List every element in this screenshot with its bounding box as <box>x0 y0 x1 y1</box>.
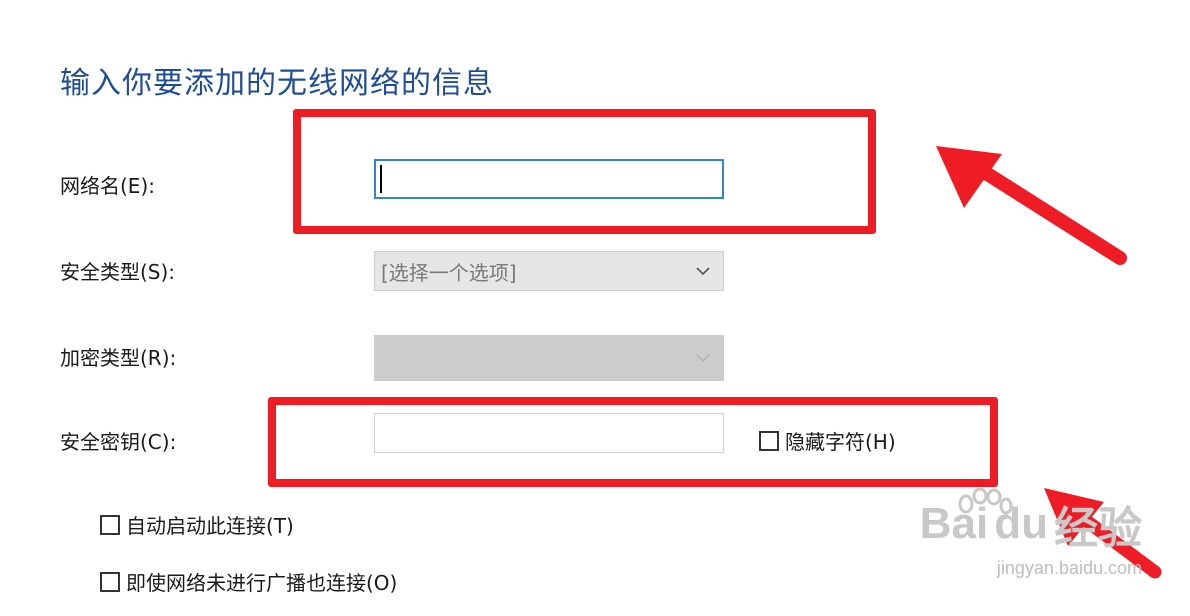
checkbox-box[interactable] <box>100 571 120 592</box>
watermark: Bai du 经验 jingyan.baidu.com <box>920 488 1142 579</box>
hide-characters-label: 隐藏字符(H) <box>785 430 896 454</box>
checkbox-box[interactable] <box>100 514 120 535</box>
chevron-down-icon <box>696 354 710 363</box>
text-caret <box>380 165 382 193</box>
paw-icon <box>958 488 1013 515</box>
dialog-heading: 输入你要添加的无线网络的信息 <box>60 66 494 101</box>
network-name-label: 网络名(E): <box>60 174 155 198</box>
network-name-input[interactable] <box>374 159 724 199</box>
watermark-brand: Bai <box>919 499 989 548</box>
security-key-label: 安全密钥(C): <box>60 430 177 454</box>
watermark-brand-cn: 经验 <box>1054 504 1142 553</box>
hide-characters-checkbox[interactable]: 隐藏字符(H) <box>759 426 896 455</box>
encryption-type-label: 加密类型(R): <box>60 346 177 370</box>
watermark-logo: Bai du 经验 <box>920 492 1142 556</box>
security-key-input[interactable] <box>374 413 724 453</box>
auto-connect-checkbox[interactable]: 自动启动此连接(T) <box>100 510 294 539</box>
security-type-value: [选择一个选项] <box>381 260 517 285</box>
auto-connect-label: 自动启动此连接(T) <box>126 514 294 538</box>
watermark-brand-du: du <box>994 499 1048 548</box>
connect-hidden-label: 即使网络未进行广播也连接(O) <box>126 571 398 595</box>
red-arrow-icon <box>936 146 1127 265</box>
chevron-down-icon <box>696 267 710 276</box>
watermark-url: jingyan.baidu.com <box>996 558 1142 578</box>
red-arrow-icon <box>1044 488 1162 579</box>
encryption-type-select[interactable] <box>374 335 724 381</box>
checkbox-box[interactable] <box>759 430 779 451</box>
security-type-select[interactable]: [选择一个选项] <box>374 251 724 291</box>
security-type-label: 安全类型(S): <box>60 260 176 284</box>
connect-hidden-checkbox[interactable]: 即使网络未进行广播也连接(O) <box>100 567 397 596</box>
